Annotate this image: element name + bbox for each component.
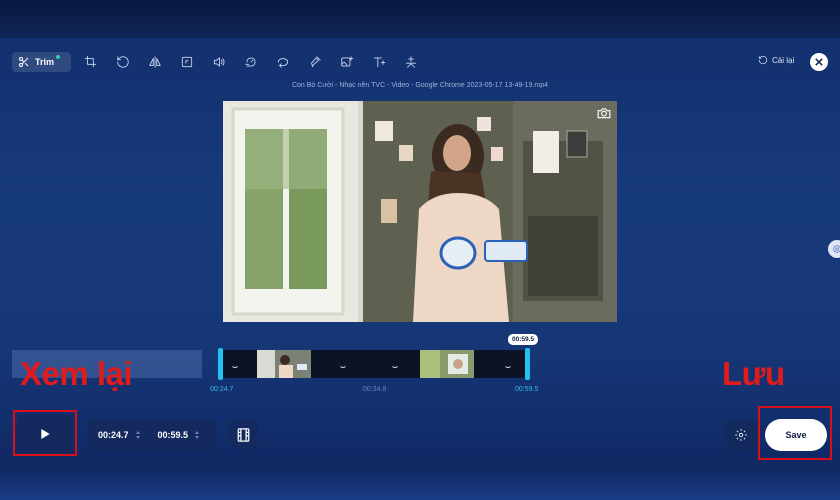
image-add-icon <box>341 56 354 67</box>
loading-spinner <box>504 360 512 368</box>
start-time-stepper[interactable] <box>135 430 140 439</box>
reset-button[interactable]: Cài lại <box>758 55 794 65</box>
frame-button[interactable] <box>177 52 197 72</box>
video-preview[interactable] <box>223 101 617 322</box>
undo-icon <box>758 55 768 65</box>
loop-icon <box>277 58 289 68</box>
editor-toolbar: Trim <box>12 52 433 72</box>
gear-icon <box>735 429 747 441</box>
text-button[interactable] <box>369 52 389 72</box>
effects-button[interactable] <box>401 52 421 72</box>
file-title: Con Bò Cười - Nhạc nền TVC - Video - Goo… <box>291 82 549 89</box>
loading-spinner <box>231 360 239 368</box>
trim-end-badge: 00:59.5 <box>508 334 539 345</box>
rotate-button[interactable] <box>113 52 133 72</box>
reset-label: Cài lại <box>772 55 795 65</box>
timeline-track[interactable] <box>221 350 528 378</box>
browser-bottom-band <box>0 466 840 500</box>
volume-button[interactable] <box>209 52 229 72</box>
speed-icon <box>245 57 256 67</box>
trim-label: Trim <box>35 57 55 67</box>
speed-button[interactable] <box>241 52 261 72</box>
timeline-thumbnail <box>420 350 474 378</box>
timeline-thumbnail <box>257 350 311 378</box>
image-button[interactable] <box>337 52 357 72</box>
trim-end-handle[interactable] <box>525 348 530 380</box>
timeline-end-time: 00:59.5 <box>515 386 539 393</box>
snapshot-camera-icon[interactable] <box>597 107 611 119</box>
crop-button[interactable] <box>81 52 101 72</box>
hand-edit-icon <box>311 56 321 68</box>
text-icon <box>373 57 386 68</box>
close-icon <box>815 58 823 66</box>
video-frame-image <box>223 101 617 322</box>
rotate-icon <box>117 56 129 68</box>
side-panel-handle[interactable] <box>828 240 840 258</box>
timeline-mid-time: 00:34.8 <box>363 386 387 393</box>
edit-button[interactable] <box>305 52 325 72</box>
flip-button[interactable] <box>145 52 165 72</box>
scissors-icon <box>19 57 29 67</box>
volume-icon <box>213 57 225 67</box>
frame-icon <box>181 56 193 68</box>
loading-spinner <box>339 360 347 368</box>
timeline-start-time: 00:24.7 <box>210 386 234 393</box>
highlight-save-box <box>758 406 832 460</box>
annotation-replay: Xem lại <box>20 355 133 392</box>
settings-button[interactable] <box>724 420 758 450</box>
close-button[interactable] <box>810 53 828 71</box>
trim-time-inputs: 00:24.7 00:59.5 <box>87 419 216 450</box>
split-clip-button[interactable] <box>229 420 258 449</box>
end-time-input[interactable]: 00:59.5 <box>158 430 189 440</box>
settings-small-icon <box>833 245 840 253</box>
end-time-stepper[interactable] <box>195 430 200 439</box>
active-dot <box>56 55 61 59</box>
annotation-save: Lưu <box>722 355 785 392</box>
loop-button[interactable] <box>273 52 293 72</box>
magic-wand-icon <box>405 56 417 68</box>
start-time-input[interactable]: 00:24.7 <box>98 430 129 440</box>
film-strip-icon <box>237 427 250 442</box>
trim-tool-button[interactable]: Trim <box>12 52 72 72</box>
highlight-play-box <box>13 410 77 456</box>
flip-icon <box>149 56 161 68</box>
trim-start-handle[interactable] <box>218 348 223 380</box>
crop-icon <box>84 55 97 68</box>
loading-spinner <box>391 360 399 368</box>
browser-top-band <box>0 0 840 38</box>
